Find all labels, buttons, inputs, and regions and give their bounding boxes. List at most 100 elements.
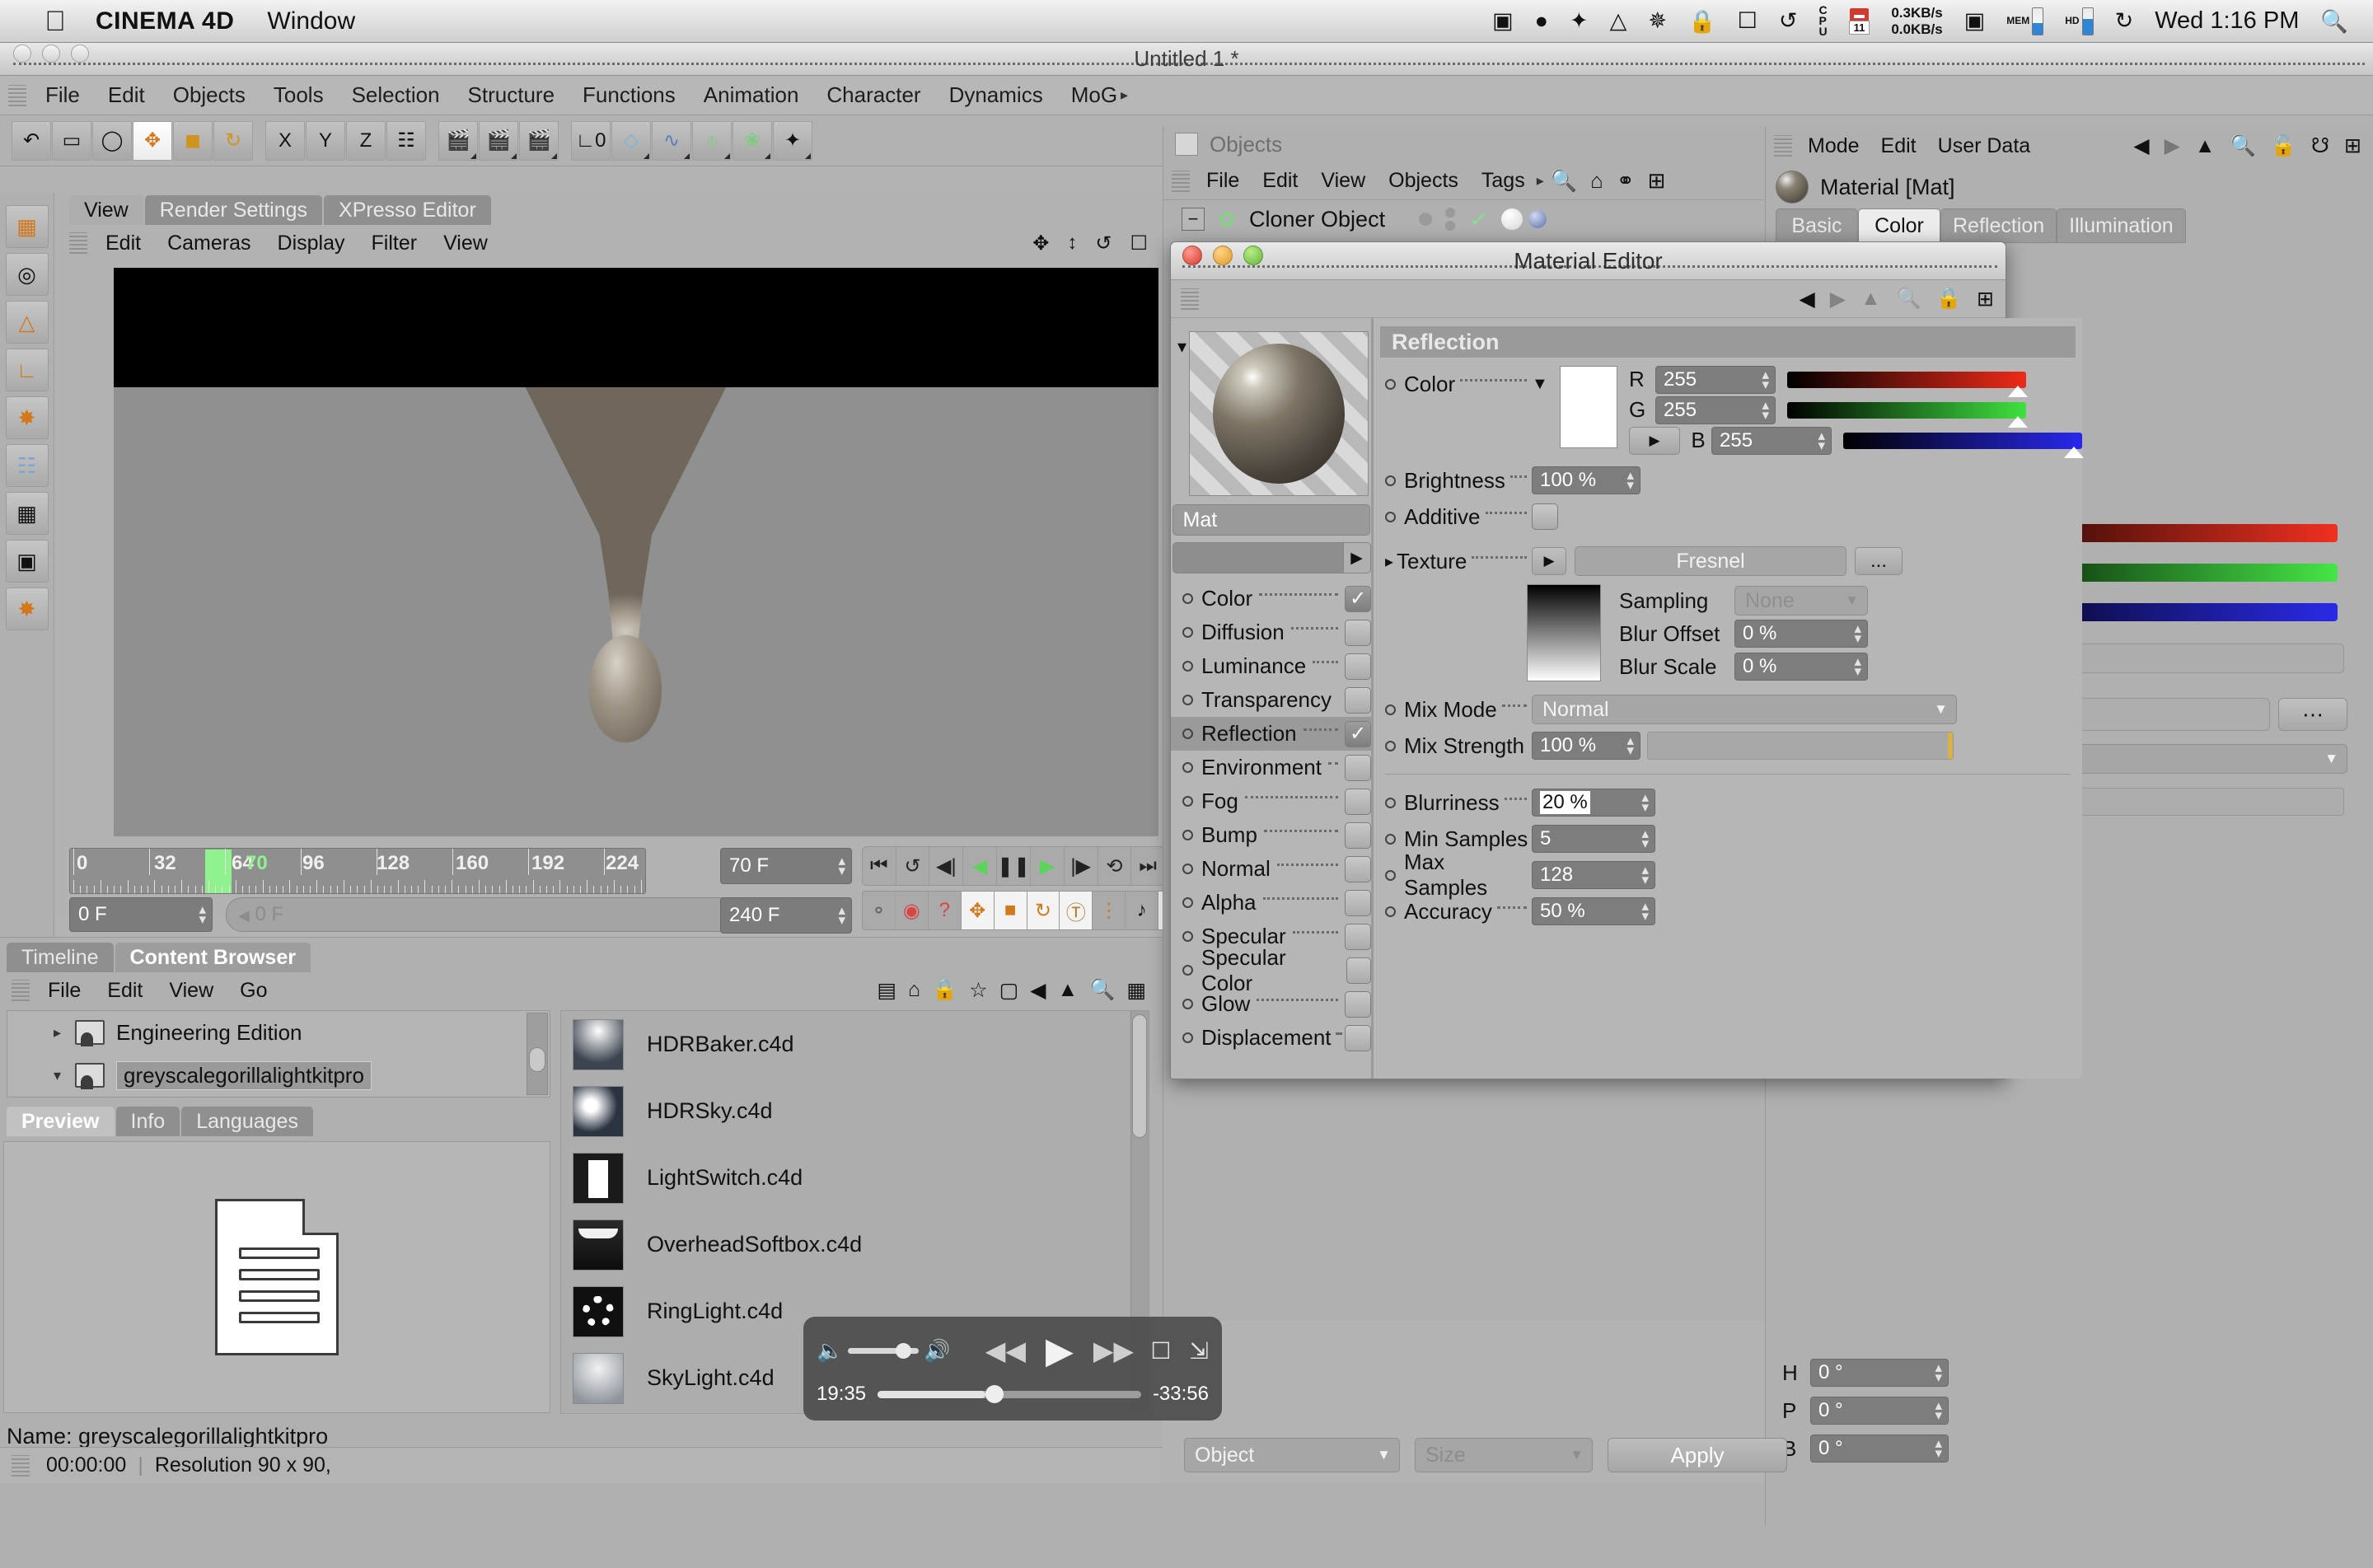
- objects-grip[interactable]: [1172, 170, 1190, 192]
- tag-area[interactable]: [1501, 208, 1547, 230]
- go-to-end-icon[interactable]: ⏭: [1131, 847, 1164, 885]
- attr-menu-edit[interactable]: Edit: [1870, 134, 1927, 158]
- menu-tools[interactable]: Tools: [260, 82, 338, 108]
- object-mode-select[interactable]: Object ▼: [1184, 1438, 1400, 1472]
- preview-frame-field[interactable]: 70 F ▴ ▾: [720, 848, 852, 884]
- d-icon[interactable]: △: [1610, 8, 1627, 34]
- reader-icon[interactable]: ☐: [1738, 8, 1758, 34]
- material-link-field[interactable]: ▶: [1172, 542, 1371, 573]
- nurbs-icon[interactable]: ⌽: [692, 120, 732, 161]
- texture-row[interactable]: ▸ Texture ▶ Fresnel ...: [1374, 543, 2082, 579]
- step-back-icon[interactable]: ◀|: [929, 847, 964, 885]
- preview-end-field[interactable]: 240 F ▴ ▾: [720, 897, 852, 934]
- time-machine-icon[interactable]: ↺: [1779, 8, 1798, 34]
- mix-strength-row[interactable]: Mix Strength 100 % ▴ ▾: [1374, 728, 2082, 764]
- hd-meter-icon[interactable]: HD: [2065, 7, 2094, 35]
- blur-scale-row[interactable]: Blur Scale 0 % ▴ ▾: [1619, 650, 1868, 683]
- texture-browse-button[interactable]: ...: [1855, 547, 1903, 575]
- fast-forward-icon[interactable]: ▶▶: [1093, 1335, 1134, 1366]
- texture-mode-icon[interactable]: ▦: [5, 492, 49, 535]
- collapse-arrow-icon[interactable]: ▾: [54, 1067, 75, 1084]
- plus-icon[interactable]: ⊞: [1977, 287, 1994, 311]
- obj-menu-view[interactable]: View: [1309, 169, 1377, 193]
- min-samples-field[interactable]: 5 ▴ ▾: [1532, 825, 1655, 853]
- lock-icon[interactable]: 🔒: [932, 978, 957, 1003]
- channel-normal[interactable]: Normal: [1171, 852, 1371, 886]
- channel-specular-color[interactable]: Specular Color: [1171, 945, 1371, 995]
- color-more-button[interactable]: ▶: [1629, 426, 1680, 455]
- up-icon[interactable]: ▲: [1860, 287, 1881, 311]
- workplane-icon[interactable]: ✸: [5, 587, 49, 630]
- coord-row-h[interactable]: H 0 ° ▴ ▾: [1782, 1354, 2128, 1392]
- stepper-icon[interactable]: ▴▾: [1626, 733, 1634, 757]
- tree-scrollbar[interactable]: [527, 1013, 548, 1095]
- display-icon[interactable]: ▣: [1964, 8, 1986, 34]
- color-row-r[interactable]: R 255 ▴ ▾: [1629, 365, 2082, 397]
- texture-shader-field[interactable]: Fresnel: [1575, 546, 1846, 576]
- channel-color-checkbox[interactable]: ✓: [1345, 585, 1371, 612]
- stepper-icon[interactable]: ▴▾: [1762, 398, 1769, 422]
- plus-icon[interactable]: ⊞: [2344, 133, 2361, 158]
- texture-expand-icon[interactable]: ▸: [1385, 551, 1393, 572]
- menu-file[interactable]: File: [31, 82, 94, 108]
- render-view-icon[interactable]: 🎬: [438, 120, 478, 161]
- rotate-view-icon[interactable]: ↺: [1095, 232, 1112, 255]
- search-icon[interactable]: 🔍: [1551, 168, 1577, 194]
- blurriness-row[interactable]: Blurriness 20 % ▴ ▾: [1374, 784, 2082, 821]
- key-rotation-icon[interactable]: ↻: [1027, 892, 1060, 929]
- link-icon[interactable]: ☋: [2311, 133, 2329, 158]
- step-forward-icon[interactable]: |▶: [1065, 847, 1098, 885]
- attributes-grip[interactable]: [1774, 135, 1792, 157]
- channel-reflection[interactable]: Reflection ✓: [1171, 717, 1371, 751]
- viewport-menu-view[interactable]: View: [430, 232, 501, 255]
- stepper-icon[interactable]: ▴▾: [1854, 654, 1861, 678]
- viewport-menu-cameras[interactable]: Cameras: [154, 232, 264, 255]
- loop-icon[interactable]: ↺: [896, 847, 930, 885]
- deformer-icon[interactable]: ✦: [773, 120, 812, 161]
- channel-fog-checkbox[interactable]: [1345, 788, 1371, 815]
- channel-glow-checkbox[interactable]: [1345, 990, 1371, 1018]
- channel-transparency[interactable]: Transparency: [1171, 683, 1371, 717]
- tab-info[interactable]: Info: [115, 1107, 180, 1136]
- additive-row[interactable]: Additive: [1374, 498, 2082, 535]
- play-back-icon[interactable]: ◀: [963, 847, 997, 885]
- obj-menu-file[interactable]: File: [1195, 169, 1251, 193]
- menu-selection[interactable]: Selection: [338, 82, 454, 108]
- accuracy-row[interactable]: Accuracy 50 % ▴ ▾: [1374, 893, 2082, 929]
- brightness-row[interactable]: Brightness 100 % ▴ ▾: [1374, 462, 2082, 498]
- key-scale-icon[interactable]: ■: [994, 892, 1027, 929]
- memory-meter-icon[interactable]: MEM: [2006, 7, 2044, 35]
- tab-content-browser[interactable]: Content Browser: [115, 943, 311, 972]
- cb-menu-edit[interactable]: Edit: [94, 979, 156, 1003]
- additive-checkbox[interactable]: [1532, 503, 1558, 530]
- channel-diffusion-checkbox[interactable]: [1345, 619, 1371, 646]
- stepper-icon[interactable]: ▴▾: [1818, 428, 1825, 452]
- menu-window[interactable]: Window: [267, 7, 355, 35]
- max-samples-row[interactable]: Max Samples 128 ▴ ▾: [1374, 850, 2082, 900]
- cpu-icon[interactable]: CPU: [1818, 4, 1827, 37]
- search-icon[interactable]: 🔍: [1896, 287, 1921, 311]
- channel-luminance-checkbox[interactable]: [1345, 653, 1371, 680]
- channel-displacement[interactable]: Displacement: [1171, 1021, 1371, 1055]
- render-region-icon[interactable]: 🎬: [479, 120, 518, 161]
- volume-low-icon[interactable]: 🔈: [817, 1338, 843, 1364]
- g-slider-handle[interactable]: [2008, 415, 2028, 428]
- play-forward-icon[interactable]: ▶: [1031, 847, 1065, 885]
- axis-z-icon[interactable]: Z: [346, 120, 386, 161]
- sampling-row[interactable]: Sampling None ▼: [1619, 584, 1868, 617]
- exit-fullscreen-icon[interactable]: ⇲: [1190, 1337, 1209, 1364]
- progress-slider[interactable]: [878, 1384, 1141, 1403]
- move-tool-icon[interactable]: ✥: [133, 120, 172, 161]
- tab-view[interactable]: View: [69, 195, 143, 225]
- color-row-g[interactable]: G 255 ▴ ▾: [1629, 396, 2082, 428]
- channel-bump-checkbox[interactable]: [1345, 821, 1371, 849]
- sound-icon[interactable]: ♪: [1126, 892, 1159, 929]
- max-samples-field[interactable]: 128 ▴ ▾: [1532, 861, 1655, 889]
- droplr-icon[interactable]: ✦: [1570, 8, 1589, 34]
- back-icon[interactable]: ◀: [1030, 978, 1046, 1003]
- rewind-icon[interactable]: ◀◀: [985, 1335, 1026, 1366]
- tab-color[interactable]: Color: [1858, 208, 1940, 243]
- menu-animation[interactable]: Animation: [690, 82, 813, 108]
- tab-reflection[interactable]: Reflection: [1940, 208, 2057, 243]
- apple-icon[interactable]: : [36, 7, 74, 35]
